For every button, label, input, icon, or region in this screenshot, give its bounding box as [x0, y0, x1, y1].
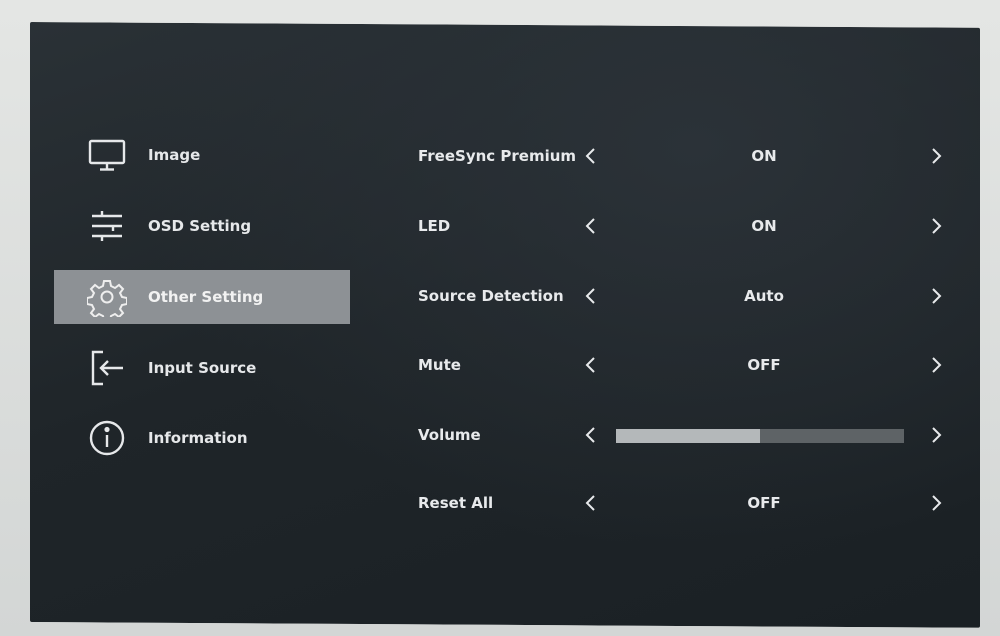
volume-slider[interactable] [616, 429, 904, 443]
setting-value: Auto [744, 287, 784, 305]
sidebar-item-input-source[interactable]: Input Source [54, 341, 350, 395]
sidebar-item-osd-setting[interactable]: OSD Setting [54, 199, 350, 253]
setting-value: OFF [747, 494, 781, 512]
chevron-right-icon[interactable] [923, 422, 949, 448]
chevron-right-icon[interactable] [923, 490, 949, 516]
input-arrow-icon [86, 347, 128, 389]
setting-label: Mute [418, 356, 461, 374]
setting-value: ON [751, 147, 777, 165]
sidebar-item-label: Image [148, 146, 201, 164]
chevron-left-icon[interactable] [578, 352, 604, 378]
setting-value: ON [751, 217, 777, 235]
chevron-left-icon[interactable] [578, 422, 604, 448]
setting-row-reset-all: Reset All OFF [418, 488, 958, 518]
chevron-right-icon[interactable] [923, 352, 949, 378]
chevron-left-icon[interactable] [578, 143, 604, 169]
setting-label: FreeSync Premium [418, 147, 577, 165]
setting-row-freesync-premium: FreeSync Premium ON [418, 141, 958, 171]
setting-row-led: LED ON [418, 211, 958, 241]
sidebar-item-other-setting[interactable]: Other Setting [54, 270, 350, 324]
sidebar-item-information[interactable]: Information [54, 411, 350, 465]
sidebar-item-image[interactable]: Image [54, 128, 350, 182]
chevron-right-icon[interactable] [923, 213, 949, 239]
sidebar-item-label: OSD Setting [148, 217, 252, 235]
chevron-left-icon[interactable] [578, 283, 604, 309]
setting-label: Volume [418, 426, 481, 444]
sidebar-item-label: Other Setting [148, 288, 264, 306]
setting-value: OFF [747, 356, 781, 374]
chevron-right-icon[interactable] [923, 283, 949, 309]
setting-label: Reset All [418, 494, 494, 512]
sliders-icon [86, 205, 128, 247]
chevron-left-icon[interactable] [578, 213, 604, 239]
monitor-icon [86, 134, 128, 176]
setting-row-mute: Mute OFF [418, 350, 958, 380]
setting-label: LED [418, 217, 451, 235]
setting-row-source-detection: Source Detection Auto [418, 281, 958, 311]
chevron-left-icon[interactable] [578, 490, 604, 516]
osd-screen [30, 22, 980, 628]
sidebar-item-label: Information [148, 429, 248, 447]
gear-icon [86, 276, 128, 318]
setting-row-volume: Volume [418, 420, 958, 450]
chevron-right-icon[interactable] [923, 143, 949, 169]
volume-slider-fill [616, 429, 760, 443]
setting-label: Source Detection [418, 287, 564, 305]
sidebar-item-label: Input Source [148, 359, 257, 377]
info-icon [86, 417, 128, 459]
